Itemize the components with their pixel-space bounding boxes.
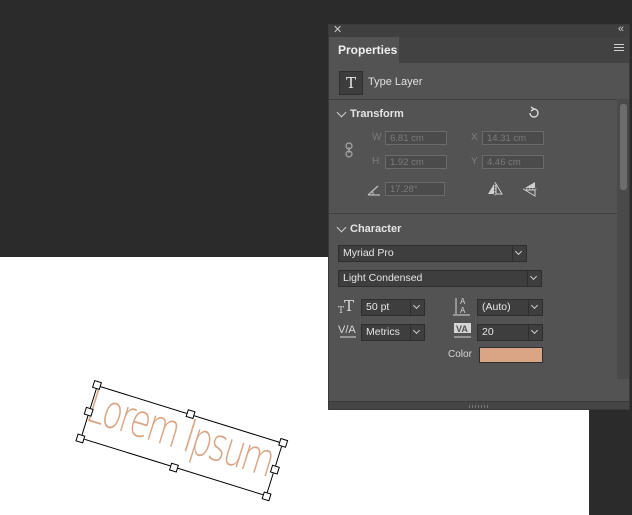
kerning-select[interactable]: Metrics	[361, 324, 425, 341]
x-field[interactable]: 14.31 cm	[482, 131, 544, 145]
font-size-select[interactable]: 50 pt	[361, 299, 425, 316]
scrollbar-thumb[interactable]	[620, 104, 627, 190]
leading-select[interactable]: (Auto)	[477, 299, 543, 316]
chevron-down-icon	[528, 300, 542, 315]
type-layer-icon: T	[339, 71, 363, 95]
panel-tab-bar: Properties	[329, 37, 629, 63]
chevron-down-icon	[528, 325, 542, 340]
tracking-icon: VA	[454, 323, 471, 338]
y-label: Y	[471, 156, 478, 167]
font-size-icon: T T	[338, 298, 354, 314]
svg-text:A: A	[460, 297, 466, 306]
resize-grip-icon[interactable]	[469, 405, 489, 408]
chevron-down-icon	[512, 246, 526, 261]
menu-icon[interactable]	[614, 44, 624, 54]
properties-panel: ✕ « Properties T Type Layer Transform W …	[328, 23, 630, 410]
collapse-icon[interactable]: «	[618, 23, 624, 35]
color-label: Color	[448, 349, 472, 360]
panel-top-bar: ✕ «	[329, 23, 629, 37]
chevron-down-icon[interactable]	[336, 222, 347, 233]
chevron-down-icon	[410, 325, 424, 340]
flip-vertical-icon[interactable]	[523, 181, 537, 197]
svg-text:T: T	[344, 298, 354, 314]
width-label: W	[372, 132, 382, 143]
flip-horizontal-icon[interactable]	[487, 182, 503, 196]
leading-value: (Auto)	[482, 301, 511, 313]
kerning-icon: V/A	[338, 324, 356, 338]
font-style-value: Light Condensed	[343, 272, 423, 284]
svg-text:V/A: V/A	[338, 324, 356, 336]
width-field[interactable]: 6.81 cm	[385, 131, 447, 145]
link-icon[interactable]	[344, 142, 354, 158]
y-field[interactable]: 4.46 cm	[482, 155, 544, 169]
font-size-value: 50 pt	[366, 301, 390, 313]
character-section-title[interactable]: Character	[350, 223, 401, 235]
chevron-down-icon	[527, 271, 541, 286]
x-label: X	[471, 132, 478, 143]
font-style-select[interactable]: Light Condensed	[338, 270, 542, 287]
leading-icon: A A	[453, 297, 470, 316]
panel-resize-bar[interactable]	[329, 401, 629, 409]
angle-field[interactable]: 17.28°	[385, 182, 445, 196]
svg-text:A: A	[460, 306, 466, 315]
tracking-select[interactable]: 20	[477, 324, 543, 341]
close-icon[interactable]: ✕	[333, 23, 342, 36]
reset-icon[interactable]	[527, 106, 541, 120]
tracking-value: 20	[482, 326, 494, 338]
height-field[interactable]: 1.92 cm	[385, 155, 447, 169]
font-family-value: Myriad Pro	[343, 247, 394, 259]
svg-text:VA: VA	[456, 324, 468, 334]
kerning-value: Metrics	[366, 326, 400, 338]
layer-kind-label: Type Layer	[368, 76, 423, 88]
angle-icon	[367, 185, 380, 196]
section-divider	[329, 213, 629, 214]
color-swatch[interactable]	[479, 347, 543, 363]
tab-properties[interactable]: Properties	[329, 37, 399, 63]
font-family-select[interactable]: Myriad Pro	[338, 245, 527, 262]
height-label: H	[372, 156, 380, 167]
layer-kind-row: T Type Layer	[329, 65, 629, 100]
chevron-down-icon[interactable]	[336, 107, 347, 118]
transform-section-title[interactable]: Transform	[350, 108, 404, 120]
chevron-down-icon	[410, 300, 424, 315]
